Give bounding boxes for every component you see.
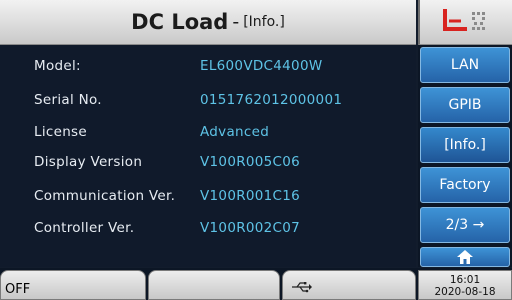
status-tab-2[interactable] bbox=[148, 270, 280, 300]
info-button[interactable]: [Info.] bbox=[420, 127, 510, 163]
clock-date: 2020-08-18 bbox=[434, 286, 496, 298]
info-value: EL600VDC4400W bbox=[200, 58, 323, 74]
page-title: DC Load bbox=[131, 10, 229, 34]
clock-time: 16:01 bbox=[449, 274, 481, 286]
usb-icon bbox=[292, 282, 312, 293]
device-screen: DC Load - [Info.] Model: EL600VDC4400W S… bbox=[0, 0, 512, 300]
info-value: V100R002C07 bbox=[200, 220, 301, 236]
info-label: Display Version bbox=[34, 154, 143, 170]
info-value: 0151762012000001 bbox=[200, 92, 343, 108]
info-value: V100R001C16 bbox=[200, 188, 301, 204]
output-status-tab[interactable]: OFF bbox=[0, 270, 146, 300]
softkey-menu: LAN GPIB [Info.] Factory 2/3 → bbox=[418, 45, 512, 267]
info-row-display-version: Display Version V100R005C06 bbox=[0, 147, 416, 177]
info-panel: Model: EL600VDC4400W Serial No. 01517620… bbox=[0, 45, 416, 267]
info-label: License bbox=[34, 124, 87, 140]
status-bar: OFF 16:01 2020-08-18 bbox=[0, 268, 512, 300]
brand-logo bbox=[418, 0, 512, 45]
title-separator: - bbox=[232, 11, 240, 33]
info-row-serial: Serial No. 0151762012000001 bbox=[0, 85, 416, 115]
title-bar: DC Load - [Info.] bbox=[0, 0, 416, 45]
info-row-license: License Advanced bbox=[0, 117, 416, 147]
lan-button[interactable]: LAN bbox=[420, 47, 510, 83]
info-label: Controller Ver. bbox=[34, 220, 135, 236]
clock: 16:01 2020-08-18 bbox=[418, 270, 512, 300]
gpib-button[interactable]: GPIB bbox=[420, 87, 510, 123]
info-label: Serial No. bbox=[34, 92, 102, 108]
info-row-model: Model: EL600VDC4400W bbox=[0, 51, 416, 81]
info-label: Communication Ver. bbox=[34, 188, 176, 204]
factory-button[interactable]: Factory bbox=[420, 167, 510, 203]
usb-status-tab[interactable] bbox=[282, 270, 416, 300]
output-state: OFF bbox=[5, 282, 31, 297]
next-page-button[interactable]: 2/3 → bbox=[420, 207, 510, 243]
info-row-controller-version: Controller Ver. V100R002C07 bbox=[0, 213, 416, 243]
home-icon bbox=[457, 250, 473, 264]
info-row-communication-version: Communication Ver. V100R001C16 bbox=[0, 181, 416, 211]
info-value: Advanced bbox=[200, 124, 270, 140]
info-label: Model: bbox=[34, 58, 81, 74]
page-subtitle: [Info.] bbox=[243, 14, 285, 30]
home-button[interactable] bbox=[420, 247, 510, 267]
brand-logo-icon bbox=[443, 9, 485, 31]
info-value: V100R005C06 bbox=[200, 154, 301, 170]
